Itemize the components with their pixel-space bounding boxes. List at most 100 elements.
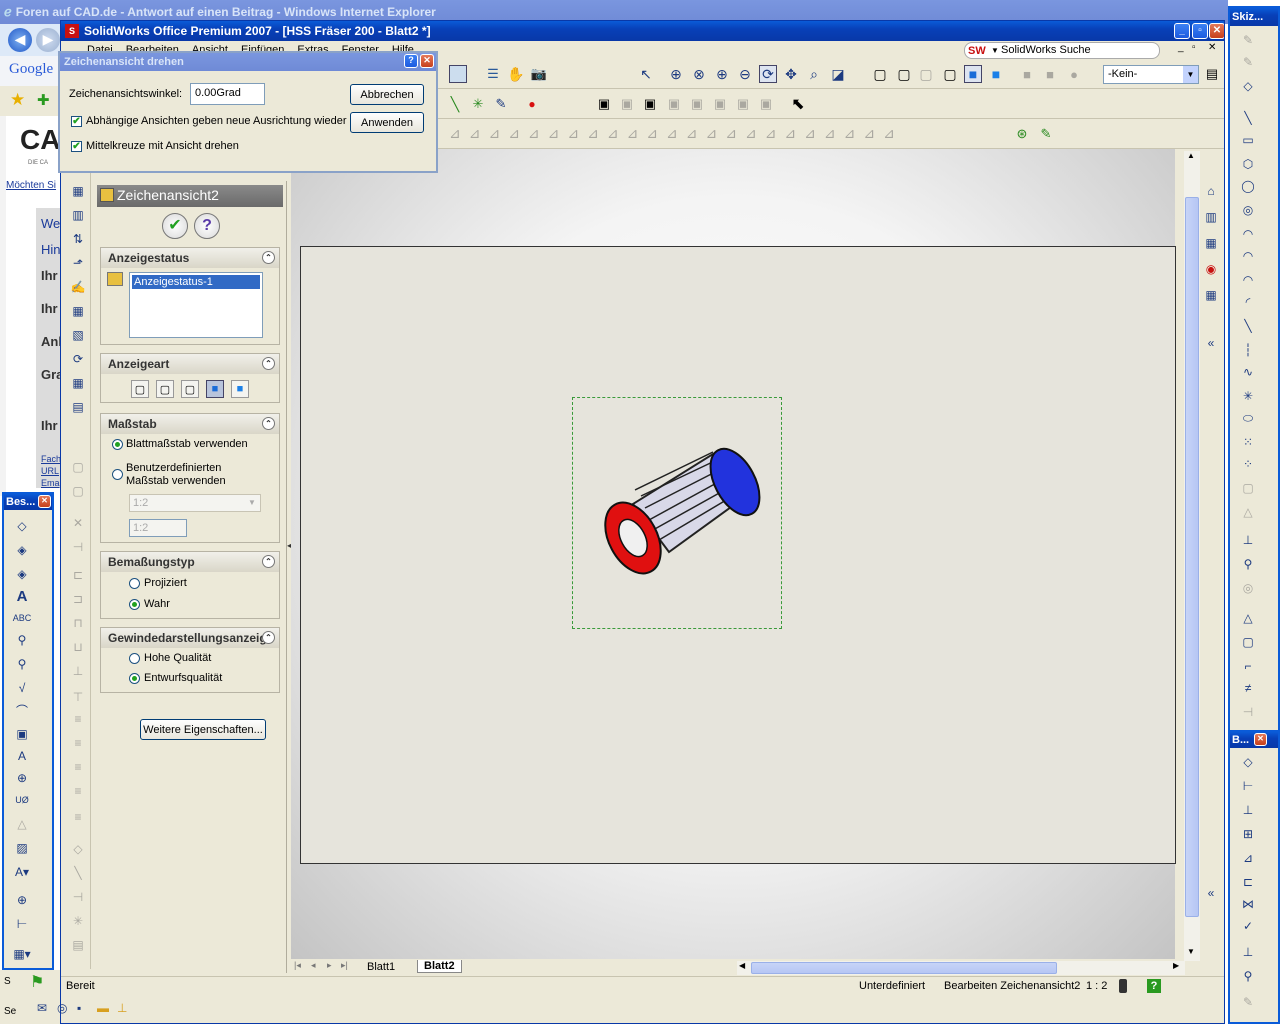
sketch-rectangle-icon[interactable]: ▭ xyxy=(1240,132,1256,148)
table-insert-icon[interactable]: ▦▾ xyxy=(13,946,30,962)
sketch-spline-icon[interactable]: ∿ xyxy=(1240,364,1256,380)
shaded-icon[interactable]: ■ xyxy=(987,65,1005,83)
help-icon[interactable]: ✋ xyxy=(507,65,525,83)
realview-icon[interactable]: ● xyxy=(1065,65,1083,83)
dim-tool-icon[interactable]: ⚲ xyxy=(1240,968,1256,984)
gray-tool-19-icon[interactable]: ✳ xyxy=(70,913,86,929)
scroll-right-icon[interactable]: ▶ xyxy=(1173,961,1179,970)
datum-tool-icon[interactable]: ⬏ xyxy=(70,255,86,271)
auto-balloon-icon[interactable]: ⚲ xyxy=(14,656,30,672)
search-pane-icon[interactable]: ◉ xyxy=(1203,261,1219,277)
quick-disc-icon[interactable]: ◎ xyxy=(57,1001,67,1015)
sw-minimize-button[interactable]: _ xyxy=(1174,23,1190,39)
dim-smart-icon[interactable]: ◇ xyxy=(1240,754,1256,770)
zoom-fit-icon[interactable]: ⊕ xyxy=(667,65,685,83)
sketch-relation-icon[interactable]: ⊥ xyxy=(1240,532,1256,548)
centerline-icon[interactable]: ⊢ xyxy=(14,916,30,932)
gray-tool-3-icon[interactable]: ✕ xyxy=(70,515,86,531)
crop-view-icon[interactable]: ▣ xyxy=(734,95,752,113)
datum-feature-icon[interactable]: A xyxy=(14,748,30,764)
smart-dimension-icon[interactable]: ✎ xyxy=(1037,125,1055,143)
sketch-ellipse-icon[interactable]: ⬭ xyxy=(1240,410,1256,426)
sw-close-button[interactable]: ✕ xyxy=(1209,23,1224,39)
hidden-lines-gray-icon[interactable]: ▢ xyxy=(917,65,935,83)
tab-next-icon[interactable]: ▸ xyxy=(327,960,332,971)
pm-ok-button[interactable]: ✔ xyxy=(162,213,188,239)
record-icon[interactable]: ● xyxy=(523,95,541,113)
doc-close-icon[interactable]: ✕ xyxy=(1208,42,1216,53)
scale-sheet-radio[interactable] xyxy=(112,439,123,450)
sketch-perimeter-circle-icon[interactable]: ◎ xyxy=(1240,202,1256,218)
library-icon[interactable]: ▥ xyxy=(1203,209,1219,225)
collapse-icon[interactable]: ⌃ xyxy=(262,631,275,644)
bom-tool-icon[interactable]: ▤ xyxy=(70,399,86,415)
dim-vertical-icon[interactable]: ⊥ xyxy=(1240,802,1256,818)
model-view-icon[interactable]: ▣ xyxy=(595,95,613,113)
section-display-type-header[interactable]: Anzeigeart ⌃ xyxy=(101,354,279,374)
sketch-gray-6-icon[interactable]: ⊣ xyxy=(1240,704,1256,720)
sketch-edit-icon[interactable]: ✎ xyxy=(492,95,510,113)
spell-check-icon[interactable]: ABC xyxy=(13,610,32,626)
vertical-scrollbar[interactable]: ▲ ▼ xyxy=(1184,151,1200,961)
display-state-list-item[interactable]: Anzeigestatus-1 xyxy=(132,275,260,289)
doc-restore-icon[interactable]: ▫ xyxy=(1192,42,1196,53)
dim-edit-icon[interactable]: ✓ xyxy=(1240,918,1256,934)
collapse-icon[interactable]: ⌃ xyxy=(262,251,275,264)
horizontal-scroll-thumb[interactable] xyxy=(751,962,1057,974)
doc-minimize-icon[interactable]: _ xyxy=(1178,42,1184,53)
horizontal-scrollbar[interactable]: ◀ ▶ xyxy=(737,961,1185,975)
geometric-tol-icon[interactable]: ▣ xyxy=(14,726,30,742)
collapse-icon[interactable]: ⌃ xyxy=(262,417,275,430)
sheet-format-icon[interactable] xyxy=(449,65,467,83)
collapse-icon[interactable]: ⌃ xyxy=(262,357,275,370)
balloon-tool-icon[interactable]: ▦ xyxy=(70,183,86,199)
table-tool-icon[interactable]: ▦ xyxy=(70,375,86,391)
zoom-out-icon[interactable]: ⊖ xyxy=(736,65,754,83)
gray-tool-20-icon[interactable]: ▤ xyxy=(70,937,86,953)
tab-prev-icon[interactable]: ◂ xyxy=(311,960,316,971)
sketch-centerline-icon[interactable]: ┆ xyxy=(1240,342,1256,358)
dimension-xpert-icon[interactable]: ⊛ xyxy=(1013,125,1031,143)
tab-blatt1[interactable]: Blatt1 xyxy=(367,961,395,973)
scroll-up-icon[interactable]: ▲ xyxy=(1187,151,1195,160)
gray-tool-12-icon[interactable]: ≡ xyxy=(70,735,86,751)
ie-link-2[interactable]: Ema xyxy=(41,478,60,488)
gray-tool-16-icon[interactable]: ◇ xyxy=(70,841,86,857)
quick-save-icon[interactable]: ▪ xyxy=(77,1001,81,1015)
gray-tool-6-icon[interactable]: ⊐ xyxy=(70,591,86,607)
gray-tool-15-icon[interactable]: ≡ xyxy=(70,809,86,825)
sw-search-box[interactable]: SW ▼ SolidWorks Suche xyxy=(964,42,1160,59)
gray-tool-9-icon[interactable]: ⊥ xyxy=(70,663,86,679)
sketch-tangent-arc-icon[interactable]: ◠ xyxy=(1240,248,1256,264)
gray-tool-7-icon[interactable]: ⊓ xyxy=(70,615,86,631)
home-icon[interactable]: ⌂ xyxy=(1203,183,1219,199)
model-items-icon[interactable]: ◈ xyxy=(14,542,30,558)
back-icon[interactable]: ◀ xyxy=(8,28,32,52)
angle-input[interactable]: 0.00Grad xyxy=(190,83,265,105)
dim-baseline-icon[interactable]: ⊞ xyxy=(1240,826,1256,842)
sketch-trim-icon[interactable]: ≠ xyxy=(1240,680,1256,696)
sketch-3pt-arc-icon[interactable]: ◠ xyxy=(1240,272,1256,288)
alternate-view-icon[interactable]: ▣ xyxy=(757,95,775,113)
revision-tool-icon[interactable]: ⟳ xyxy=(70,351,86,367)
sketch-mirror-icon[interactable]: △ xyxy=(1240,610,1256,626)
explorer-icon[interactable]: ▦ xyxy=(1203,235,1219,251)
hidden-removed-mode-icon[interactable]: ▢ xyxy=(181,380,199,398)
aux-view-icon[interactable]: ▣ xyxy=(641,95,659,113)
dim-projected-radio[interactable] xyxy=(129,578,140,589)
status-help-icon[interactable]: ? xyxy=(1147,979,1161,993)
section-display-state-header[interactable]: Anzeigestatus ⌃ xyxy=(101,248,279,268)
sketch-gray-5-icon[interactable]: ◎ xyxy=(1240,580,1256,596)
gray-tool-1-icon[interactable]: ▢ xyxy=(70,459,86,475)
expand-pane-icon[interactable]: « xyxy=(1203,335,1219,351)
note-text-icon[interactable]: A xyxy=(14,588,30,605)
dim-true-radio[interactable] xyxy=(129,599,140,610)
section-view-icon[interactable]: ▣ xyxy=(665,95,683,113)
pan-icon[interactable]: ✥ xyxy=(782,65,800,83)
arrow-swap-icon[interactable]: ⇅ xyxy=(70,231,86,247)
thread-draft-radio[interactable] xyxy=(129,673,140,684)
wireframe-mode-icon[interactable]: ▢ xyxy=(131,380,149,398)
zoom-in-icon[interactable]: ⊕ xyxy=(713,65,731,83)
sketch-arc-icon[interactable]: ◠ xyxy=(1240,226,1256,242)
shaded-edges-mode-icon[interactable]: ■ xyxy=(206,380,224,398)
